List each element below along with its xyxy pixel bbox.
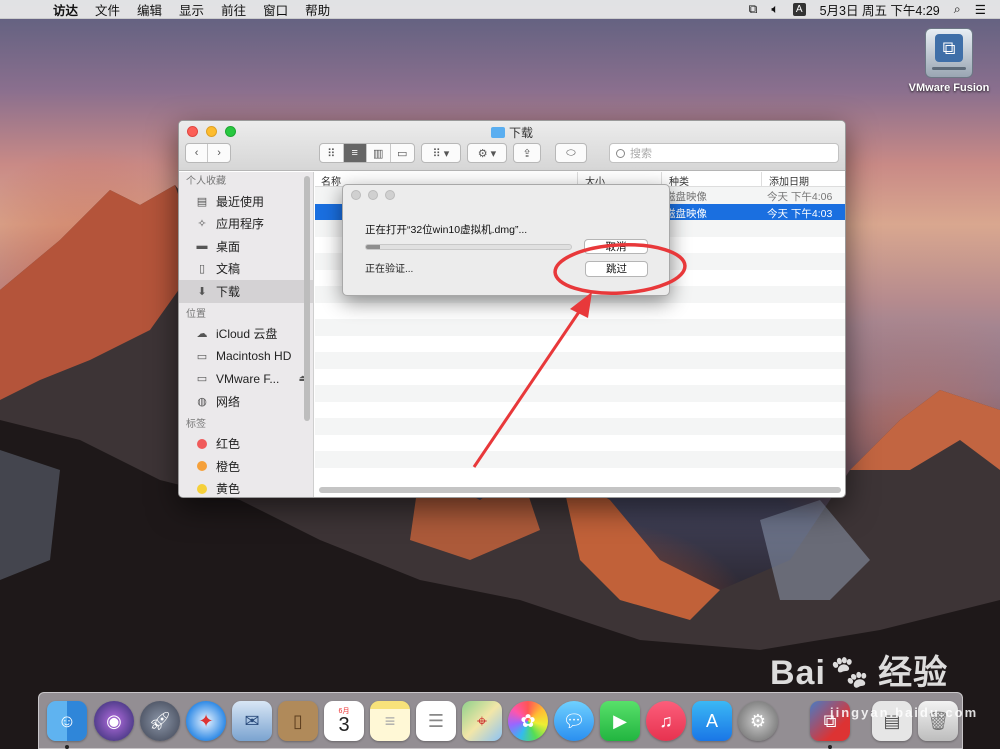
back-button[interactable]: ‹ xyxy=(186,144,209,162)
progress-fill xyxy=(366,245,381,249)
reminders-icon[interactable]: ☰ xyxy=(416,701,456,741)
orange-tag-dot xyxy=(197,461,207,472)
messages-icon[interactable]: 💬︎ xyxy=(554,701,594,741)
opening-progress-dialog: 正在打开“32位win10虚拟机.dmg”... 正在验证... 取消 跳过 xyxy=(342,184,670,296)
progress-bar xyxy=(365,244,572,250)
facetime-icon[interactable]: ▶ xyxy=(600,701,640,741)
globe-icon: ◍ xyxy=(197,395,207,408)
dialog-close-button xyxy=(351,190,361,200)
siri-icon[interactable]: ◉ xyxy=(94,701,134,741)
search-field[interactable]: 搜索 xyxy=(609,143,839,163)
screen-mirror-icon[interactable]: ⧉ xyxy=(748,2,757,17)
icon-view-button[interactable]: ⠿ xyxy=(320,144,344,162)
menu-edit[interactable]: 编辑 xyxy=(137,0,162,19)
view-mode-control: ⠿ ≡ ▥ ▭ xyxy=(319,143,415,163)
settings-icon[interactable]: ⚙ xyxy=(738,701,778,741)
menu-file[interactable]: 文件 xyxy=(95,0,120,19)
dock: ☺ ◉ 🚀︎ ✦ ✉ ▯ 6月 3 ≡ ☰ ⌖ ✿ 💬︎ ▶ ♫ A ⚙ ⧉ ▤ … xyxy=(38,692,963,749)
sidebar-item-network[interactable]: ◍ 网络 xyxy=(179,390,313,413)
sidebar-item-applications[interactable]: ✧ 应用程序 xyxy=(179,213,313,236)
share-button[interactable]: ⇪ xyxy=(513,143,541,163)
contacts-icon[interactable]: ▯ xyxy=(278,701,318,741)
menu-bar: 访达 文件 编辑 显示 前往 窗口 帮助 ⧉ 🔈︎ A 5月3日 周五 下午4:… xyxy=(0,0,1000,19)
desktop-icon-label: VMware Fusion xyxy=(908,82,990,94)
disk-icon: ▭ xyxy=(196,373,208,386)
tag-button[interactable]: ⬭ xyxy=(555,143,587,163)
document-icon: ▯ xyxy=(198,263,206,276)
sidebar-item-icloud[interactable]: ☁ iCloud 云盘 xyxy=(179,323,313,346)
list-view-button[interactable]: ≡ xyxy=(343,144,367,162)
sidebar-tag-red[interactable]: 红色 xyxy=(179,433,313,456)
calendar-icon[interactable]: 6月 3 xyxy=(324,701,364,741)
desktop-icon: ▬ xyxy=(196,240,208,253)
sidebar-item-recents[interactable]: ▤ 最近使用 xyxy=(179,190,313,213)
folder-icon xyxy=(490,127,505,138)
sidebar-item-documents[interactable]: ▯ 文稿 xyxy=(179,258,313,281)
sidebar-item-downloads[interactable]: ⬇ 下载 xyxy=(179,280,313,303)
menu-view[interactable]: 显示 xyxy=(179,0,204,19)
finder-sidebar: 个人收藏 ▤ 最近使用 ✧ 应用程序 ▬ 桌面 ▯ 文稿 ⬇ 下载 位置 ☁ iCloud … xyxy=(179,172,314,497)
skip-button[interactable]: 跳过 xyxy=(585,261,648,277)
gallery-view-button[interactable]: ▭ xyxy=(391,144,414,162)
sidebar-item-vmware-volume[interactable]: ▭ VMware F... ⏏ xyxy=(179,368,313,391)
desktop-icon-vmware-fusion[interactable]: ⧉ VMware Fusion xyxy=(904,28,994,94)
sidebar-scrollbar[interactable] xyxy=(304,176,310,421)
disk-icon: ▭ xyxy=(196,350,208,363)
favorites-header: 个人收藏 xyxy=(186,176,226,187)
cancel-button[interactable]: 取消 xyxy=(584,239,648,254)
locations-header: 位置 xyxy=(186,308,206,320)
tags-header: 标签 xyxy=(186,418,206,430)
notes-icon[interactable]: ≡ xyxy=(370,701,410,741)
back-forward-control: ‹ › xyxy=(185,143,231,163)
action-gear-button[interactable]: ⚙ ▾ xyxy=(467,143,507,163)
column-name[interactable]: 名称 xyxy=(321,173,341,188)
finder-titlebar: 下载 ‹ › ⠿ ≡ ▥ ▭ ⠿ ▾ ⚙ ▾ ⇪ ⬭ 搜索 xyxy=(179,121,845,171)
dialog-title: 正在打开“32位win10虚拟机.dmg”... xyxy=(365,224,528,236)
vmware-drive-icon: ⧉ xyxy=(925,28,973,78)
dialog-zoom-button xyxy=(385,190,395,200)
cloud-icon: ☁ xyxy=(196,328,208,341)
dialog-minimize-button xyxy=(368,190,378,200)
menu-go[interactable]: 前往 xyxy=(221,0,246,19)
dialog-status: 正在验证... xyxy=(365,264,414,275)
sidebar-item-desktop[interactable]: ▬ 桌面 xyxy=(179,235,313,258)
finder-icon[interactable]: ☺ xyxy=(47,701,87,741)
menu-finder[interactable]: 访达 xyxy=(53,0,78,19)
finder-window: 下载 ‹ › ⠿ ≡ ▥ ▭ ⠿ ▾ ⚙ ▾ ⇪ ⬭ 搜索 个人收藏 ▤ 最近使用… xyxy=(178,120,846,498)
maps-icon[interactable]: ⌖ xyxy=(462,701,502,741)
sidebar-tag-orange[interactable]: 橙色 xyxy=(179,455,313,478)
notification-center-icon[interactable]: ☰ xyxy=(975,2,986,17)
download-icon: ⬇ xyxy=(197,285,207,298)
column-date-added[interactable]: 添加日期 xyxy=(769,173,809,188)
forward-button[interactable]: › xyxy=(208,144,230,162)
column-view-button[interactable]: ▥ xyxy=(367,144,391,162)
clock-icon: ▤ xyxy=(196,195,208,208)
window-title: 下载 xyxy=(179,124,845,141)
volume-icon[interactable]: 🔈︎ xyxy=(771,2,779,17)
launchpad-icon[interactable]: 🚀︎ xyxy=(140,701,180,741)
menu-help[interactable]: 帮助 xyxy=(305,0,330,19)
yellow-tag-dot xyxy=(197,483,207,494)
photos-icon[interactable]: ✿ xyxy=(508,701,548,741)
safari-icon[interactable]: ✦ xyxy=(186,701,226,741)
horizontal-scrollbar[interactable] xyxy=(319,487,841,493)
baidu-jingyan-watermark: Bai🐾︎ 经验 jingyan.baidu.com xyxy=(770,654,979,720)
sidebar-tag-yellow[interactable]: 黄色 xyxy=(179,478,313,498)
input-source-indicator[interactable]: A xyxy=(792,2,806,16)
search-icon xyxy=(616,148,625,158)
menu-clock[interactable]: 5月3日 周五 下午4:29 xyxy=(820,0,940,19)
column-kind[interactable]: 种类 xyxy=(669,173,689,188)
appstore-icon[interactable]: A xyxy=(692,701,732,741)
menu-window[interactable]: 窗口 xyxy=(263,0,288,19)
sidebar-item-macintosh-hd[interactable]: ▭ Macintosh HD xyxy=(179,345,313,368)
apps-icon: ✧ xyxy=(197,218,207,231)
search-placeholder: 搜索 xyxy=(630,148,652,160)
mail-icon[interactable]: ✉ xyxy=(232,701,272,741)
spotlight-search-icon[interactable]: ⌕ xyxy=(954,2,961,17)
group-by-button[interactable]: ⠿ ▾ xyxy=(421,143,461,163)
red-tag-dot xyxy=(197,438,207,449)
music-icon[interactable]: ♫ xyxy=(646,701,686,741)
